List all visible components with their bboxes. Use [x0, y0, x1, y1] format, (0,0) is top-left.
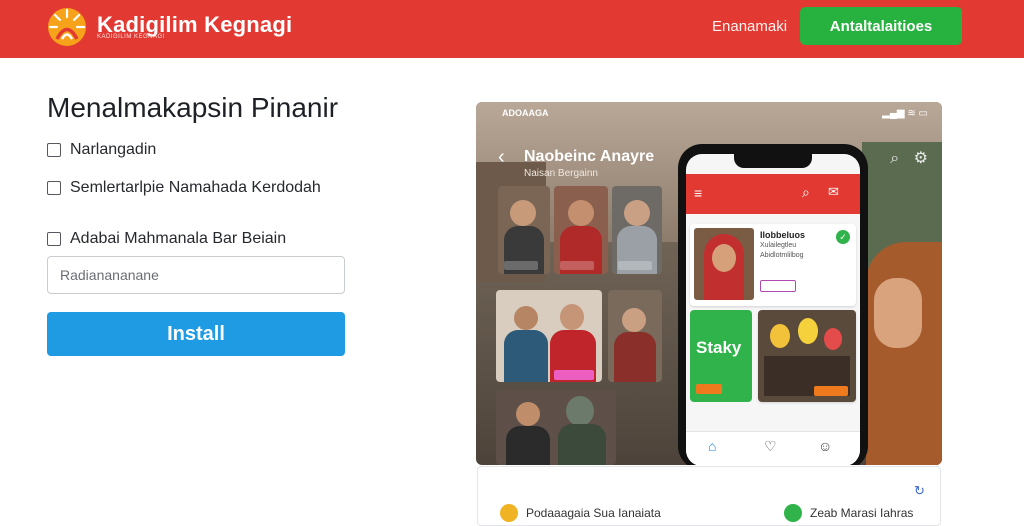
profile-icon[interactable]: ☺ — [818, 438, 832, 454]
phone-bottom-nav: ⌂ ♡ ☺ — [686, 431, 860, 465]
photo-tile[interactable] — [498, 186, 550, 274]
bottom-right-text: Zeab Marasi Iahras — [810, 506, 914, 520]
person-body — [558, 424, 606, 465]
promo-card-green[interactable]: Staky — [690, 310, 752, 402]
photo-tile[interactable] — [608, 290, 662, 382]
check-icon: ✓ — [836, 230, 850, 244]
tile-tag — [560, 261, 594, 270]
home-icon[interactable]: ⌂ — [708, 438, 716, 454]
settings-icon[interactable]: ⚙ — [914, 150, 928, 167]
person-face — [560, 304, 584, 330]
option-row-2[interactable]: Semlertarlpie Namahada Kerdodah — [47, 179, 321, 197]
status-right: ▂▄▆ ≋ ▭ — [882, 108, 928, 119]
photo-tile-large[interactable] — [496, 390, 616, 465]
back-arrow-icon[interactable]: ‹ — [498, 146, 505, 169]
option-row-3[interactable]: Adabai Mahmanala Bar Beiain — [47, 230, 286, 248]
tile-tag — [504, 261, 538, 270]
phone-notch — [734, 154, 812, 168]
top-bar: Kadigilim Kegnagi KADIGILIM KEGNAGI Enan… — [0, 0, 1024, 58]
person-body — [504, 330, 548, 382]
phone-screen: ≡ ⌕ ✉ Ilobbeluos Xulailegtleu Abidlotmli… — [686, 154, 860, 465]
face-shape — [712, 244, 736, 272]
person-face — [516, 402, 540, 426]
nav-link[interactable]: Enanamaki — [712, 18, 787, 35]
promo-media[interactable]: ADOAAGA ▂▄▆ ≋ ▭ ‹ Naobeinc Anayre Naisan… — [476, 102, 942, 465]
photo-tile[interactable] — [612, 186, 662, 274]
brand-tagline: KADIGILIM KEGNAGI — [97, 34, 165, 40]
option-checkbox-3[interactable] — [47, 232, 61, 246]
option-row-1[interactable]: Narlangadin — [47, 141, 156, 159]
person-face — [510, 200, 536, 226]
search-icon[interactable]: ⌕ — [890, 150, 899, 167]
bottom-right-icon — [784, 504, 802, 522]
green-card-button[interactable] — [696, 384, 722, 394]
option-checkbox-1[interactable] — [47, 143, 61, 157]
balloon-shape — [770, 324, 790, 348]
option-label-1: Narlangadin — [70, 141, 157, 158]
promo-subtitle: Naisan Bergainn — [524, 168, 598, 179]
sun-logo-icon[interactable] — [46, 6, 88, 48]
tile-badge — [554, 370, 594, 380]
install-button[interactable]: Install — [47, 312, 345, 356]
option-label-3: Adabai Mahmanala Bar Beiain — [70, 230, 287, 247]
search-icon[interactable]: ⌕ — [802, 184, 810, 201]
heart-icon[interactable]: ♡ — [764, 438, 777, 455]
promo-actions: ⌕ ⚙ — [890, 148, 928, 168]
phone-app-bar: ≡ ⌕ ✉ — [686, 174, 860, 214]
menu-icon[interactable]: ≡ — [694, 185, 702, 201]
feed-card[interactable]: Ilobbeluos Xulailegtleu Abidlotmlilbog ✓ — [690, 224, 856, 306]
festival-card-button[interactable] — [814, 386, 848, 396]
phone-mockup: ≡ ⌕ ✉ Ilobbeluos Xulailegtleu Abidlotmli… — [678, 144, 868, 465]
refresh-icon[interactable]: ↻ — [914, 483, 925, 499]
card-title: Ilobbeluos — [760, 230, 805, 240]
form-title: Menalmakapsin Pinanir — [47, 92, 339, 123]
woman-headscarf — [866, 242, 942, 465]
photo-tile[interactable] — [554, 186, 608, 274]
person-headscarf — [566, 396, 594, 426]
person-body — [506, 426, 550, 465]
name-input[interactable] — [47, 256, 345, 294]
bottom-left-icon — [500, 504, 518, 522]
card-line-2: Abidlotmlilbog — [760, 252, 804, 259]
card-line-1: Xulailegtleu — [760, 242, 797, 249]
header-cta-button[interactable]: Antaltalaitioes — [800, 7, 962, 45]
festival-card[interactable] — [758, 310, 856, 402]
option-checkbox-2[interactable] — [47, 181, 61, 195]
message-icon[interactable]: ✉ — [828, 184, 839, 200]
person-face — [514, 306, 538, 330]
bottom-card[interactable]: ↻ Podaaagaia Sua Ianaiata Zeab Marasi Ia… — [477, 466, 941, 526]
bottom-left-text: Podaaagaia Sua Ianaiata — [526, 506, 661, 520]
card-badge — [760, 280, 796, 292]
status-left: ADOAAGA — [502, 108, 549, 118]
person-face — [622, 308, 646, 332]
balloon-shape — [824, 328, 842, 350]
woman-face — [874, 278, 922, 348]
tile-tag — [618, 261, 652, 270]
photo-tile-large[interactable] — [496, 290, 602, 382]
person-face — [624, 200, 650, 226]
person-body — [614, 332, 656, 382]
green-card-word: Staky — [696, 338, 742, 357]
card-photo — [694, 228, 754, 300]
person-face — [568, 200, 594, 226]
balloon-shape — [798, 318, 818, 344]
promo-title: Naobeinc Anayre — [524, 148, 655, 165]
option-label-2: Semlertarlpie Namahada Kerdodah — [70, 179, 321, 196]
